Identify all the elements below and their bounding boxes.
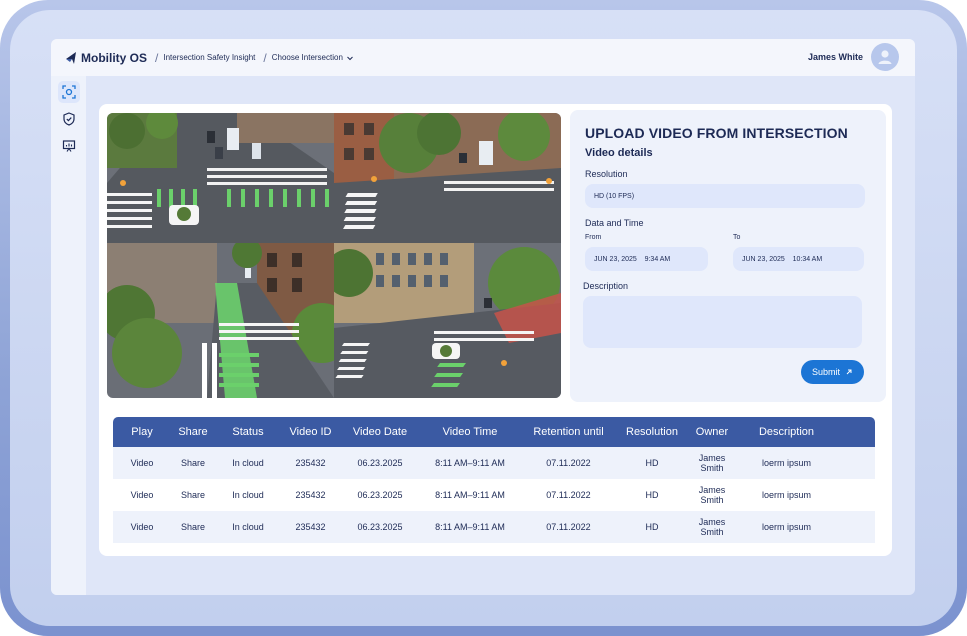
to-datetime-field[interactable]: JUN 23, 2025 10:34 AM	[733, 247, 864, 271]
video-details-heading: Video details	[585, 147, 653, 159]
resolution-select[interactable]: HD (10 FPS)	[585, 184, 865, 208]
resolution-cell: HD	[645, 490, 659, 500]
camera-feed-image	[107, 113, 334, 243]
video-time-cell: 8:11 AM–9:11 AM	[435, 458, 505, 468]
submit-label: Submit	[811, 367, 840, 377]
column-header-play[interactable]: Play	[113, 426, 171, 438]
chevron-down-icon[interactable]	[346, 54, 354, 62]
column-header-status[interactable]: Status	[215, 426, 281, 438]
column-header-resolution[interactable]: Resolution	[617, 426, 687, 438]
camera-feed-4[interactable]	[334, 243, 561, 398]
videos-table: Play Share Status Video ID Video Date Video T…	[113, 417, 875, 556]
from-datetime-field[interactable]: JUN 23, 2025 9:34 AM	[585, 247, 708, 271]
owner-cell: James Smith	[698, 485, 726, 505]
share-cell[interactable]: Share	[171, 458, 215, 468]
sidebar-item-shield[interactable]	[58, 108, 80, 130]
user-name: James White	[807, 52, 863, 62]
video-id-cell: 235432	[295, 458, 326, 468]
retention-until-cell: 07.11.2022	[546, 490, 591, 500]
table-header: Play Share Status Video ID Video Date Video T…	[113, 417, 875, 447]
description-cell: loerm ipsum	[761, 522, 811, 532]
column-header-video-time[interactable]: Video Time	[420, 426, 520, 438]
share-cell[interactable]: Share	[171, 490, 215, 500]
video-time-cell: 8:11 AM–9:11 AM	[435, 522, 505, 532]
datetime-label: Data and Time	[585, 218, 644, 228]
play-cell[interactable]: Video	[113, 458, 171, 468]
share-cell[interactable]: Share	[171, 522, 215, 532]
user-icon	[878, 50, 892, 64]
shield-icon	[62, 112, 75, 126]
submit-button[interactable]: Submit	[801, 360, 864, 384]
column-header-share[interactable]: Share	[171, 426, 215, 438]
top-bar: Mobility OS / Intersection Safety Insigh…	[51, 39, 915, 76]
presentation-chart-icon	[62, 140, 75, 152]
logo[interactable]: Mobility OS	[65, 51, 147, 65]
upload-form: UPLOAD VIDEO FROM INTERSECTION Video det…	[570, 110, 886, 402]
retention-until-cell: 07.11.2022	[546, 458, 591, 468]
column-header-video-date[interactable]: Video Date	[340, 426, 420, 438]
resolution-cell: HD	[645, 522, 659, 532]
sidebar-item-scan[interactable]	[57, 81, 80, 103]
video-id-cell: 235432	[295, 522, 326, 532]
camera-feed-2[interactable]	[334, 113, 561, 243]
owner-cell: James Smith	[698, 517, 726, 537]
main-panel: UPLOAD VIDEO FROM INTERSECTION Video det…	[99, 104, 892, 556]
description-cell: loerm ipsum	[761, 458, 811, 468]
camera-feed-3[interactable]	[107, 243, 334, 398]
resolution-label: Resolution	[585, 169, 628, 179]
video-time-cell: 8:11 AM–9:11 AM	[435, 490, 505, 500]
column-header-owner[interactable]: Owner	[687, 426, 737, 438]
logo-icon	[66, 51, 76, 64]
status-cell: In cloud	[232, 490, 264, 500]
app-window: Mobility OS / Intersection Safety Insigh…	[51, 39, 915, 595]
scan-icon	[61, 85, 76, 99]
description-textarea[interactable]	[583, 296, 862, 348]
owner-cell: James Smith	[698, 453, 726, 473]
camera-feed-image	[334, 113, 561, 243]
choose-intersection-dropdown[interactable]: Choose Intersection	[272, 53, 343, 62]
status-cell: In cloud	[232, 458, 264, 468]
resolution-cell: HD	[645, 458, 659, 468]
camera-feed-image	[107, 243, 334, 398]
avatar[interactable]	[871, 43, 899, 71]
play-cell[interactable]: Video	[113, 490, 171, 500]
camera-grid	[107, 113, 561, 398]
from-label: From	[585, 234, 602, 241]
video-date-cell: 06.23.2025	[357, 490, 403, 500]
arrow-up-right-icon	[846, 369, 852, 375]
column-header-video-id[interactable]: Video ID	[281, 426, 340, 438]
table-body: Video Share In cloud 235432 06.23.2025 8:11 A…	[113, 447, 875, 543]
video-id-cell: 235432	[295, 490, 326, 500]
video-date-cell: 06.23.2025	[357, 458, 403, 468]
camera-feed-1[interactable]	[107, 113, 334, 243]
breadcrumb-separator: /	[263, 50, 267, 65]
description-cell: loerm ipsum	[761, 490, 811, 500]
breadcrumb-separator: /	[155, 50, 159, 65]
user-menu[interactable]: James White	[808, 43, 899, 71]
description-label: Description	[583, 281, 629, 291]
sidebar	[51, 76, 86, 595]
breadcrumb-item[interactable]: Intersection Safety Insight	[163, 53, 255, 62]
retention-until-cell: 07.11.2022	[546, 522, 591, 532]
table-row[interactable]: Video Share In cloud 235432 06.23.2025 8:11 A…	[113, 479, 875, 511]
table-row[interactable]: Video Share In cloud 235432 06.23.2025 8:11 A…	[113, 511, 875, 543]
column-header-description[interactable]: Description	[737, 426, 836, 438]
to-label: To	[733, 234, 741, 241]
upload-title: UPLOAD VIDEO FROM INTERSECTION	[585, 125, 848, 141]
column-header-retention-until[interactable]: Retention until	[520, 426, 617, 438]
video-date-cell: 06.23.2025	[357, 522, 403, 532]
table-row[interactable]: Video Share In cloud 235432 06.23.2025 8:11 A…	[113, 447, 875, 479]
play-cell[interactable]: Video	[113, 522, 171, 532]
camera-feed-image	[334, 243, 561, 398]
app-name: Mobility OS	[81, 50, 147, 65]
status-cell: In cloud	[232, 522, 264, 532]
sidebar-item-reports[interactable]	[58, 135, 80, 157]
